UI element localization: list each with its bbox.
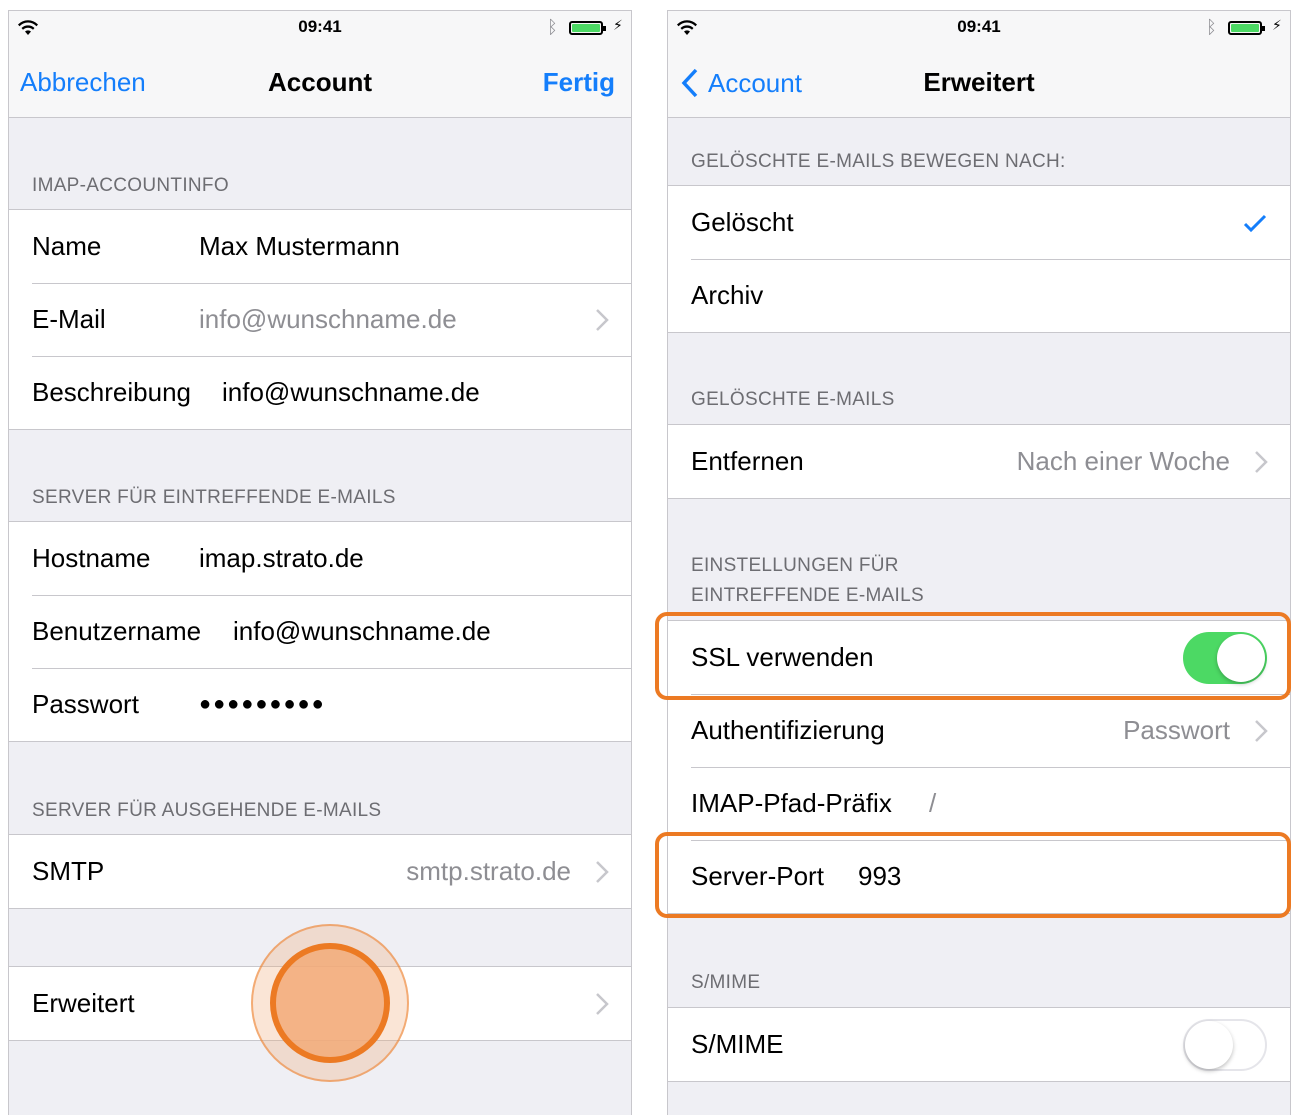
server-port-label: Server-Port <box>691 861 824 891</box>
password-row[interactable]: Passwort ●●●●●●●●● <box>9 668 631 741</box>
section-header-deleted: GELÖSCHTE E-MAILS <box>691 389 895 410</box>
password-field[interactable]: ●●●●●●●●● <box>199 694 326 714</box>
deleted-mails-group: Entfernen Nach einer Woche <box>668 424 1290 499</box>
charging-icon: ⚡ <box>1272 17 1282 33</box>
chevron-right-icon <box>1255 719 1268 742</box>
smime-toggle[interactable] <box>1183 1018 1267 1071</box>
authentication-value: Passwort <box>1123 715 1230 745</box>
status-bar: 09:41 ᛒ ⚡ <box>9 11 631 45</box>
section-header-incoming-settings-line2: EINTREFFENDE E-MAILS <box>691 585 924 606</box>
chevron-right-icon <box>596 860 609 883</box>
chevron-right-icon <box>596 992 609 1015</box>
section-header-incoming-settings-line1: EINSTELLUNGEN FÜR <box>691 555 899 576</box>
smtp-row[interactable]: SMTP smtp.strato.de <box>9 835 631 908</box>
section-header-imap: IMAP-ACCOUNTINFO <box>32 175 229 196</box>
remove-value: Nach einer Woche <box>1016 446 1230 476</box>
username-value[interactable]: info@wunschname.de <box>233 616 491 647</box>
incoming-settings-group: SSL verwenden Authentifizierung Passwort… <box>668 620 1290 914</box>
status-time: 09:41 <box>957 17 1001 36</box>
move-deleted-group: Gelöscht Archiv <box>668 185 1290 333</box>
description-row[interactable]: Beschreibung info@wunschname.de <box>9 356 631 429</box>
username-label: Benutzername <box>32 616 202 646</box>
smime-label: S/MIME <box>691 1029 784 1059</box>
option-deleted-label: Gelöscht <box>691 207 794 237</box>
email-value: info@wunschname.de <box>199 304 457 334</box>
incoming-server-group: Hostname imap.strato.de Benutzername inf… <box>9 521 631 742</box>
option-deleted-row[interactable]: Gelöscht <box>668 186 1290 259</box>
authentication-row[interactable]: Authentifizierung Passwort <box>668 694 1290 767</box>
name-row[interactable]: Name Max Mustermann <box>9 210 631 283</box>
charging-icon: ⚡ <box>613 17 623 33</box>
status-bar: 09:41 ᛒ ⚡ <box>668 11 1290 45</box>
checkmark-icon <box>1243 214 1267 232</box>
option-archive-row[interactable]: Archiv <box>668 259 1290 332</box>
server-port-row[interactable]: Server-Port 993 <box>668 840 1290 913</box>
hostname-value[interactable]: imap.strato.de <box>199 543 364 574</box>
remove-row[interactable]: Entfernen Nach einer Woche <box>668 425 1290 498</box>
imap-prefix-label: IMAP-Pfad-Präfix <box>691 788 892 818</box>
password-label: Passwort <box>32 689 139 719</box>
smtp-value: smtp.strato.de <box>406 856 571 886</box>
status-time: 09:41 <box>298 17 342 36</box>
name-label: Name <box>32 231 102 261</box>
imap-prefix-row[interactable]: IMAP-Pfad-Präfix / <box>668 767 1290 840</box>
navigation-bar: Account Erweitert <box>668 45 1290 118</box>
navigation-bar: Abbrechen Account Fertig <box>9 45 631 118</box>
section-header-incoming: SERVER FÜR EINTREFFENDE E-MAILS <box>32 487 396 508</box>
bluetooth-icon: ᛒ <box>1206 17 1217 37</box>
smime-row: S/MIME <box>668 1008 1290 1081</box>
email-label: E-Mail <box>32 304 106 334</box>
hostname-row[interactable]: Hostname imap.strato.de <box>9 522 631 595</box>
advanced-screen: 09:41 ᛒ ⚡ Account Erweitert GELÖSCHTE E-… <box>667 10 1291 1115</box>
section-header-outgoing: SERVER FÜR AUSGEHENDE E-MAILS <box>32 800 382 821</box>
ssl-toggle[interactable] <box>1183 631 1267 684</box>
ssl-row: SSL verwenden <box>668 621 1290 694</box>
page-title: Erweitert <box>923 67 1035 97</box>
chevron-right-icon <box>596 308 609 331</box>
smtp-label: SMTP <box>32 856 105 886</box>
outgoing-server-group: SMTP smtp.strato.de <box>9 834 631 909</box>
name-value[interactable]: Max Mustermann <box>199 231 400 262</box>
hostname-label: Hostname <box>32 543 151 573</box>
done-button[interactable]: Fertig <box>543 67 615 98</box>
description-label: Beschreibung <box>32 377 191 407</box>
username-row[interactable]: Benutzername info@wunschname.de <box>9 595 631 668</box>
chevron-right-icon <box>1255 450 1268 473</box>
description-value[interactable]: info@wunschname.de <box>222 377 480 408</box>
section-header-move: GELÖSCHTE E-MAILS BEWEGEN NACH: <box>691 151 1066 172</box>
battery-icon <box>569 21 606 35</box>
page-title: Account <box>268 67 372 97</box>
bluetooth-icon: ᛒ <box>547 17 558 37</box>
remove-label: Entfernen <box>691 446 804 476</box>
advanced-label: Erweitert <box>32 988 135 1018</box>
imap-prefix-value[interactable]: / <box>929 788 936 819</box>
email-row[interactable]: E-Mail info@wunschname.de <box>9 283 631 356</box>
battery-icon <box>1228 21 1265 35</box>
option-archive-label: Archiv <box>691 280 764 310</box>
imap-account-group: Name Max Mustermann E-Mail info@wunschna… <box>9 209 631 430</box>
authentication-label: Authentifizierung <box>691 715 885 745</box>
ssl-label: SSL verwenden <box>691 642 874 672</box>
smime-group: S/MIME <box>668 1007 1290 1082</box>
server-port-value[interactable]: 993 <box>858 861 901 892</box>
section-header-smime: S/MIME <box>691 972 761 993</box>
tap-indicator <box>251 924 409 1082</box>
